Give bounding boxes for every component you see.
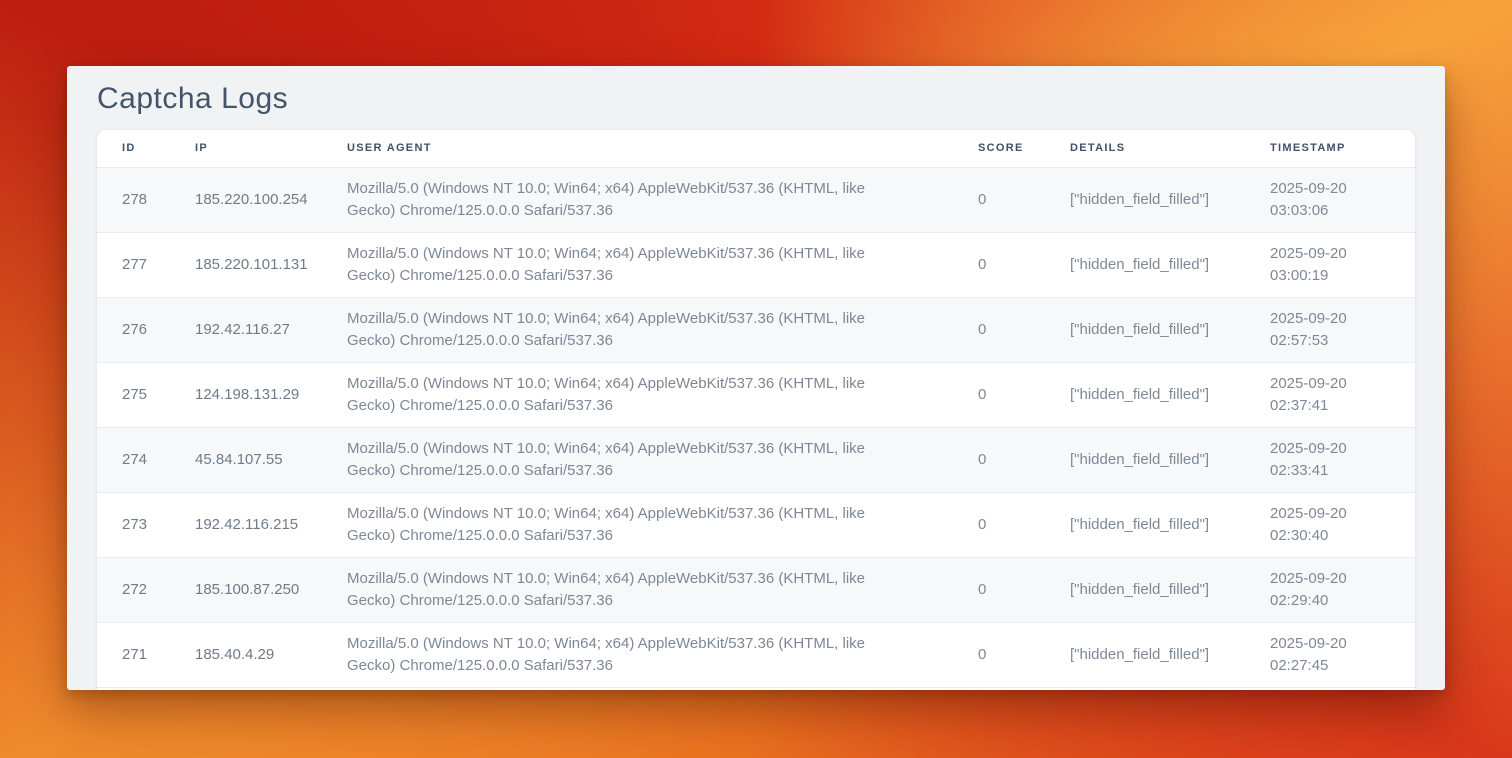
cell-timestamp: 2025-09-20 02:30:40	[1245, 492, 1415, 557]
cell-timestamp: 2025-09-20 02:33:41	[1245, 427, 1415, 492]
cell-timestamp: 2025-09-20 03:03:06	[1245, 167, 1415, 232]
cell-score: 0	[953, 427, 1045, 492]
cell-details: ["hidden_field_filled"]	[1045, 427, 1245, 492]
cell-user-agent: Mozilla/5.0 (Windows NT 10.0; Win64; x64…	[322, 557, 953, 622]
column-header-useragent: USER AGENT	[322, 130, 953, 167]
cell-id: 276	[97, 297, 170, 362]
table-row: 272 185.100.87.250 Mozilla/5.0 (Windows …	[97, 557, 1415, 622]
cell-details: ["hidden_field_filled"]	[1045, 557, 1245, 622]
cell-timestamp: 2025-09-20 02:57:53	[1245, 297, 1415, 362]
cell-timestamp: 2025-09-20 02:37:41	[1245, 362, 1415, 427]
cell-details: ["hidden_field_filled"]	[1045, 297, 1245, 362]
cell-timestamp: 2025-09-20 02:29:40	[1245, 557, 1415, 622]
table-row: 274 45.84.107.55 Mozilla/5.0 (Windows NT…	[97, 427, 1415, 492]
table-row: 275 124.198.131.29 Mozilla/5.0 (Windows …	[97, 362, 1415, 427]
table-row: 273 192.42.116.215 Mozilla/5.0 (Windows …	[97, 492, 1415, 557]
cell-timestamp: 2025-09-20 03:00:19	[1245, 232, 1415, 297]
table-row: 271 185.40.4.29 Mozilla/5.0 (Windows NT …	[97, 622, 1415, 687]
cell-score: 0	[953, 167, 1045, 232]
cell-id: 278	[97, 167, 170, 232]
logs-table: ID IP USER AGENT SCORE DETAILS TIMESTAMP…	[97, 130, 1415, 688]
column-header-ip: IP	[170, 130, 322, 167]
cell-ip: 45.84.107.55	[170, 427, 322, 492]
cell-details: ["hidden_field_filled"]	[1045, 362, 1245, 427]
cell-ip: 185.220.101.131	[170, 232, 322, 297]
column-header-score: SCORE	[953, 130, 1045, 167]
cell-ip: 185.40.4.29	[170, 622, 322, 687]
cell-ip: 192.42.116.27	[170, 297, 322, 362]
cell-details: ["hidden_field_filled"]	[1045, 622, 1245, 687]
cell-user-agent: Mozilla/5.0 (Windows NT 10.0; Win64; x64…	[322, 362, 953, 427]
table-row: 276 192.42.116.27 Mozilla/5.0 (Windows N…	[97, 297, 1415, 362]
cell-score: 0	[953, 622, 1045, 687]
cell-user-agent: Mozilla/5.0 (Windows NT 10.0; Win64; x64…	[322, 492, 953, 557]
cell-score: 0	[953, 362, 1045, 427]
cell-details: ["hidden_field_filled"]	[1045, 492, 1245, 557]
cell-user-agent: Mozilla/5.0 (Windows NT 10.0; Win64; x64…	[322, 167, 953, 232]
cell-details: ["hidden_field_filled"]	[1045, 167, 1245, 232]
column-header-id: ID	[97, 130, 170, 167]
cell-id: 273	[97, 492, 170, 557]
table-row: 278 185.220.100.254 Mozilla/5.0 (Windows…	[97, 167, 1415, 232]
cell-ip: 192.42.116.215	[170, 492, 322, 557]
cell-user-agent: Mozilla/5.0 (Windows NT 10.0; Win64; x64…	[322, 232, 953, 297]
column-header-timestamp: TIMESTAMP	[1245, 130, 1415, 167]
cell-id: 271	[97, 622, 170, 687]
cell-ip: 124.198.131.29	[170, 362, 322, 427]
cell-id: 277	[97, 232, 170, 297]
cell-score: 0	[953, 492, 1045, 557]
page-title: Captcha Logs	[67, 66, 1445, 130]
cell-user-agent: Mozilla/5.0 (Windows NT 10.0; Win64; x64…	[322, 427, 953, 492]
cell-score: 0	[953, 232, 1045, 297]
cell-details: ["hidden_field_filled"]	[1045, 232, 1245, 297]
table-header-row: ID IP USER AGENT SCORE DETAILS TIMESTAMP	[97, 130, 1415, 167]
cell-id: 275	[97, 362, 170, 427]
logs-table-container: ID IP USER AGENT SCORE DETAILS TIMESTAMP…	[97, 130, 1415, 690]
cell-ip: 185.100.87.250	[170, 557, 322, 622]
cell-ip: 185.220.100.254	[170, 167, 322, 232]
column-header-details: DETAILS	[1045, 130, 1245, 167]
cell-id: 272	[97, 557, 170, 622]
cell-id: 274	[97, 427, 170, 492]
cell-timestamp: 2025-09-20 02:27:45	[1245, 622, 1415, 687]
cell-user-agent: Mozilla/5.0 (Windows NT 10.0; Win64; x64…	[322, 297, 953, 362]
cell-user-agent: Mozilla/5.0 (Windows NT 10.0; Win64; x64…	[322, 622, 953, 687]
table-row: 277 185.220.101.131 Mozilla/5.0 (Windows…	[97, 232, 1415, 297]
cell-score: 0	[953, 297, 1045, 362]
captcha-logs-card: Captcha Logs ID IP USER AGENT SCORE DETA…	[67, 66, 1445, 690]
cell-score: 0	[953, 557, 1045, 622]
